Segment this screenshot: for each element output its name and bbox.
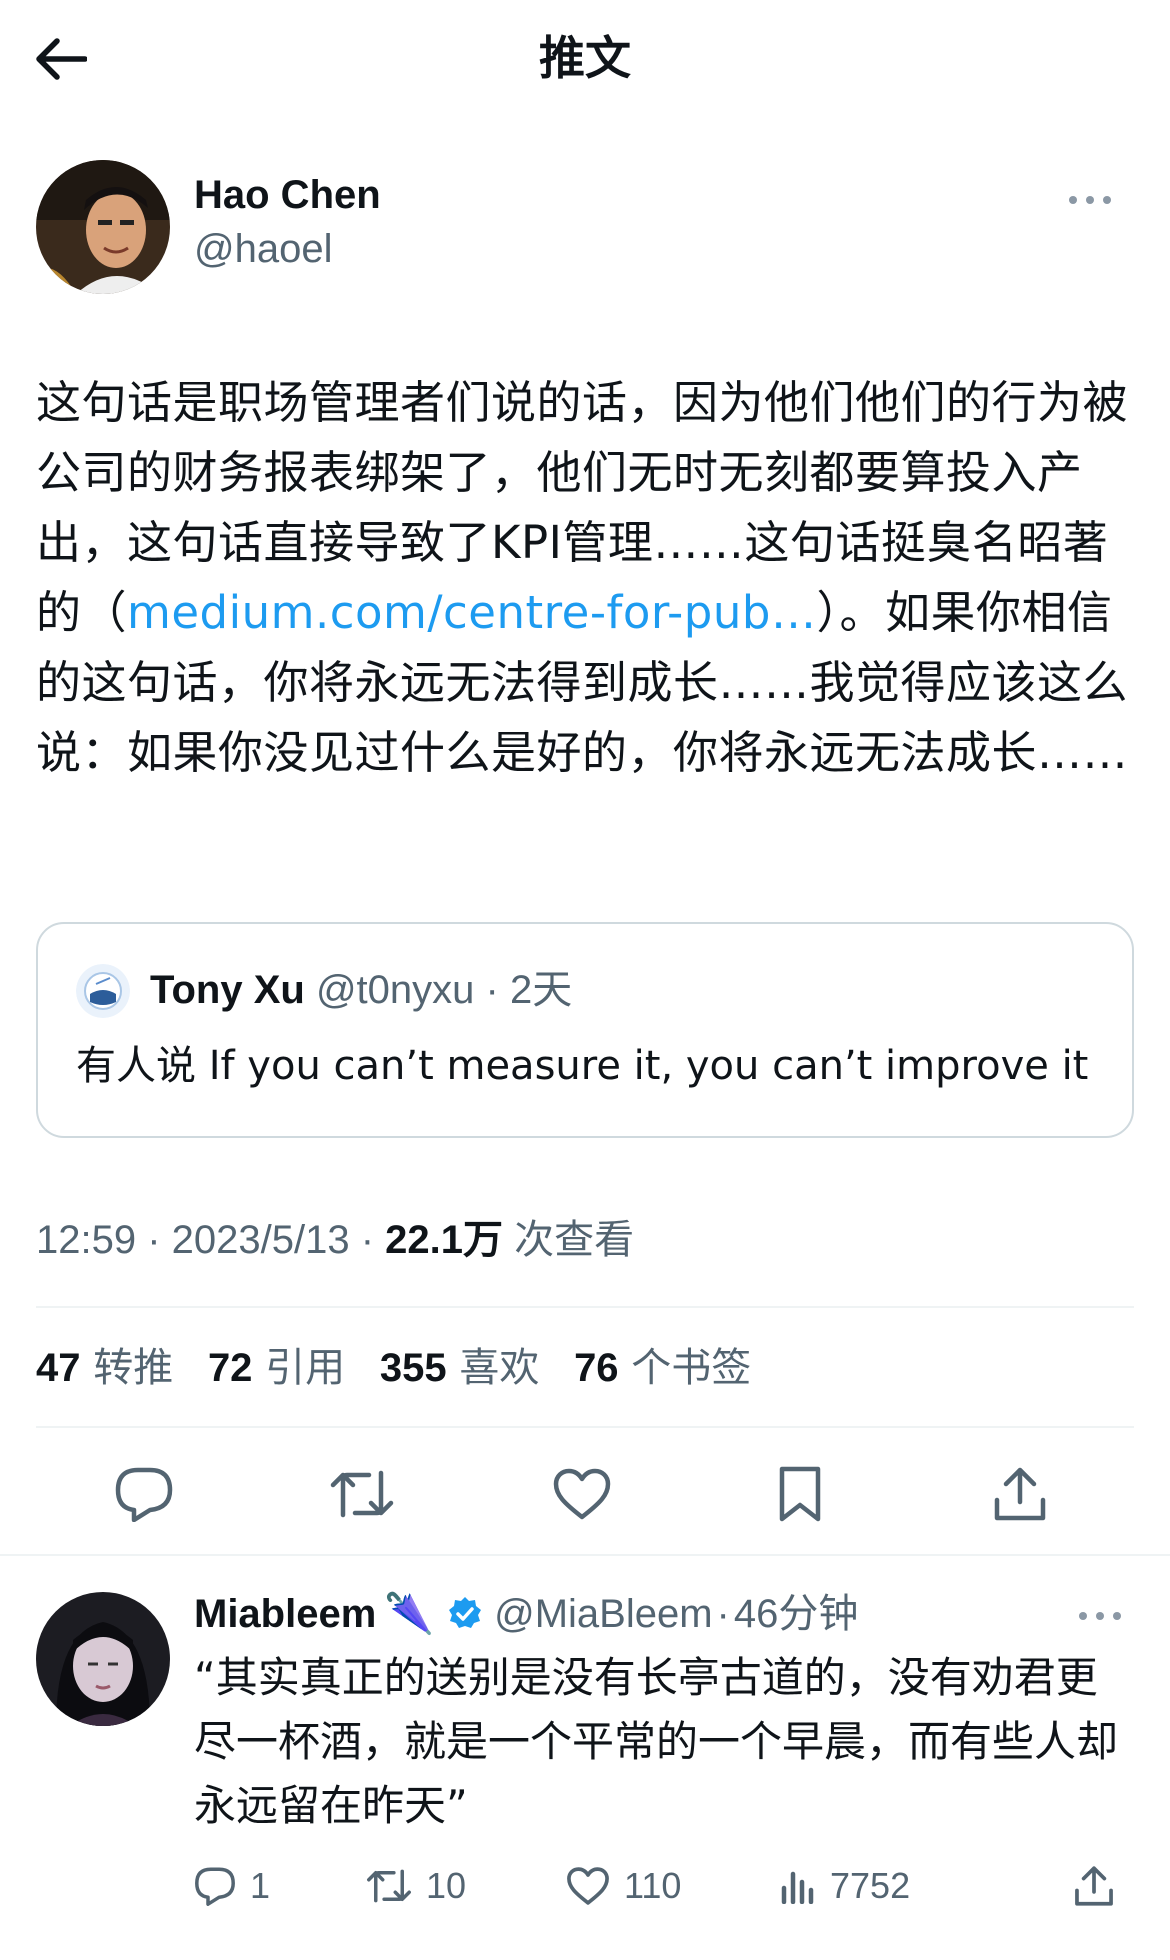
quote-separator: · [474,968,510,1012]
tweet-time: 12:59 [36,1218,137,1262]
views-chart-icon [781,1871,814,1904]
retweet-count: 10 [426,1865,467,1906]
reply-time: 46分钟 [733,1592,859,1636]
more-options-button[interactable] [1060,180,1120,220]
quote-text: 有人说 If you can’t measure it, you can’t i… [76,1043,1089,1089]
reply-retweet-button[interactable]: 10 [366,1856,466,1916]
top-bar: 推文 [0,0,1170,120]
tweet-author: Hao Chen @haoel [36,160,1136,295]
tweet-link[interactable]: medium.com/centre-for-pub… [127,586,816,639]
divider [36,1426,1134,1428]
like-count: 110 [624,1865,682,1906]
stat-retweets[interactable]: 47 转推 [36,1338,173,1398]
tweet-timestamp: 12:59 · 2023/5/13 · 22.1万 次查看 [36,1218,635,1262]
quote-author-handle: @t0nyxu [315,968,475,1012]
quote-avatar [76,964,130,1018]
retweet-button[interactable] [316,1448,408,1540]
reply-like-button[interactable]: 110 [566,1856,681,1916]
reply-icon [115,1467,173,1522]
quote-time: 2天 [509,968,573,1012]
retweet-icon [330,1470,394,1518]
reply-tweet[interactable]: Miableem 🌂 @MiaBleem · 46分钟 “其实真正的送别是没有长亭古… [0,1556,1170,1960]
more-icon [1069,196,1111,204]
reply-avatar[interactable] [36,1592,170,1726]
stat-bookmarks[interactable]: 76 个书签 [574,1338,751,1398]
stat-quotes[interactable]: 72 引用 [208,1338,345,1398]
reply-icon [195,1867,235,1906]
author-avatar[interactable] [36,160,170,294]
like-icon [567,1867,609,1905]
bookmark-icon [779,1466,821,1522]
reply-reply-button[interactable]: 1 [194,1856,270,1916]
quote-author-name: Tony Xu [150,968,305,1012]
reply-share-button[interactable] [1074,1856,1114,1916]
reply-author-name[interactable]: Miableem [194,1586,376,1642]
like-icon [553,1468,611,1520]
engagement-stats: 47 转推 72 引用 355 喜欢 76 个书签 [36,1338,773,1398]
divider [36,1306,1134,1308]
like-button[interactable] [536,1448,628,1540]
share-icon [1075,1866,1113,1906]
quote-header: Tony Xu @t0nyxu · 2天 [150,962,572,1018]
author-handle[interactable]: @haoel [194,224,332,274]
bookmark-button[interactable] [754,1448,846,1540]
page-title: 推文 [539,31,631,85]
reply-text: “其实真正的送别是没有长亭古道的，没有劝君更尽一杯酒，就是一个平常的一个早晨，而… [194,1653,1119,1830]
retweet-icon [367,1869,411,1903]
reply-author-handle[interactable]: @MiaBleem [494,1586,712,1642]
share-button[interactable] [974,1448,1066,1540]
verified-badge-icon [446,1595,484,1633]
action-bar [0,1448,1170,1540]
reply-action-bar: 1 10 110 7752 [194,1856,1134,1916]
reply-button[interactable] [98,1448,190,1540]
umbrella-emoji-icon: 🌂 [384,1592,435,1636]
tweet-body: 这句话是职场管理者们说的话，因为他们他们的行为被公司的财务报表绑架了，他们无时无… [36,368,1146,788]
reply-count: 1 [250,1865,271,1906]
views-count: 22.1万 [385,1218,504,1262]
more-icon [1079,1612,1121,1620]
tweet-date[interactable]: 2023/5/13 [172,1218,350,1262]
views-count-reply: 7752 [830,1865,911,1906]
reply-separator: · [716,1592,730,1636]
views-label: 次查看 [514,1218,635,1262]
stat-likes[interactable]: 355 喜欢 [380,1338,539,1398]
share-icon [994,1467,1046,1521]
quoted-tweet[interactable]: Tony Xu @t0nyxu · 2天 有人说 If you can’t me… [36,922,1134,1138]
reply-more-button[interactable] [1070,1596,1130,1636]
reply-header: Miableem 🌂 @MiaBleem · 46分钟 [194,1586,858,1642]
author-name[interactable]: Hao Chen [194,170,381,220]
reply-views-button[interactable]: 7752 [780,1856,910,1916]
